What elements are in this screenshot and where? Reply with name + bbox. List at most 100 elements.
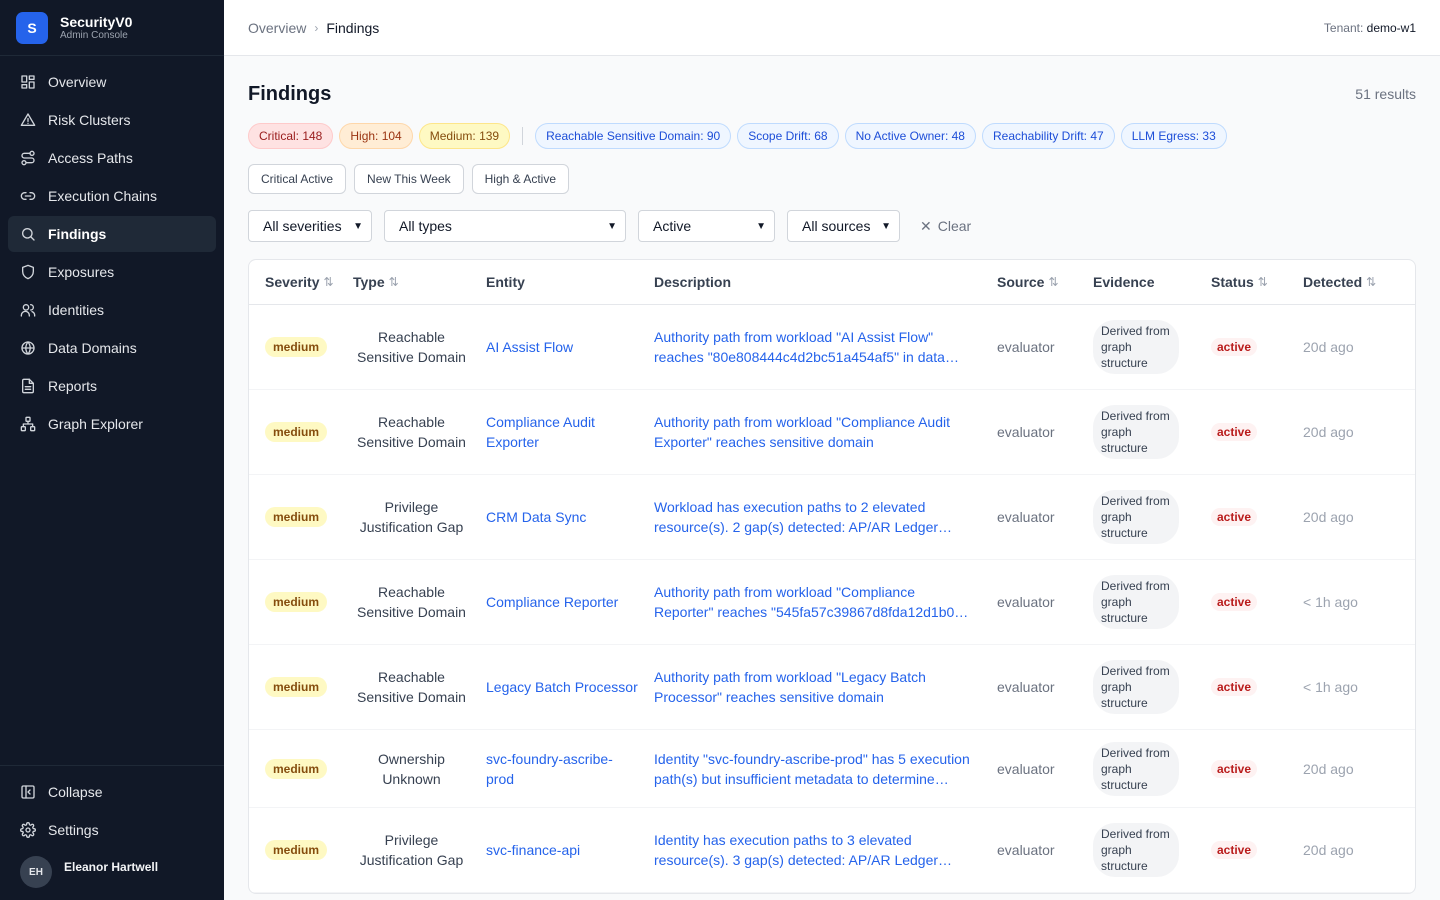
link-icon (20, 192, 36, 200)
brand[interactable]: S SecurityV0 Admin Console (0, 0, 224, 56)
preset-critical-active[interactable]: Critical Active (248, 164, 347, 194)
gear-icon (20, 822, 36, 838)
chip-medium[interactable]: Medium: 139 (418, 123, 511, 149)
col-source[interactable]: Source ⇅ (997, 274, 1093, 290)
table-row[interactable]: medium Reachable Sensitive Domain Compli… (249, 560, 1415, 645)
sort-icon[interactable]: ⇅ (1366, 275, 1376, 289)
preset-new-this-week[interactable]: New This Week (354, 164, 464, 194)
chevron-down-icon: ▼ (756, 220, 766, 232)
col-status[interactable]: Status ⇅ (1211, 274, 1303, 290)
type-select[interactable]: All types ▼ (384, 210, 626, 242)
sidebar-item-reports[interactable]: Reports (8, 368, 216, 404)
clear-filters-button[interactable]: ✕ Clear (920, 218, 971, 235)
chip-llm-egress[interactable]: LLM Egress: 33 (1120, 123, 1227, 149)
chip-reachability-drift[interactable]: Reachability Drift: 47 (981, 123, 1115, 149)
entity-link[interactable]: Legacy Batch Processor (486, 679, 638, 695)
table-row[interactable]: medium Privilege Justification Gap CRM D… (249, 475, 1415, 560)
description-link[interactable]: Authority path from workload "Compliance… (654, 582, 973, 622)
status-select[interactable]: Active ▼ (638, 210, 775, 242)
evidence-badge: Derived from graph structure (1093, 490, 1179, 544)
evidence-badge: Derived from graph structure (1093, 660, 1179, 714)
user-menu[interactable]: EH Eleanor Hartwell (8, 850, 216, 888)
entity-link[interactable]: svc-finance-api (486, 842, 580, 858)
entity-link[interactable]: svc-foundry-ascribe-prod (486, 751, 613, 787)
chip-high[interactable]: High: 104 (339, 123, 413, 149)
description-link[interactable]: Authority path from workload "Compliance… (654, 412, 973, 452)
evidence-badge: Derived from graph structure (1093, 741, 1179, 796)
col-label: Type (353, 274, 385, 290)
cell-detected: 20d ago (1303, 760, 1354, 777)
status-badge: active (1211, 338, 1258, 356)
col-severity[interactable]: Severity ⇅ (249, 274, 353, 290)
col-label: Detected (1303, 274, 1363, 290)
cell-detected: 20d ago (1303, 509, 1354, 525)
sidebar-item-overview[interactable]: Overview (8, 64, 216, 100)
cell-severity: medium (249, 840, 353, 860)
status-badge: active (1211, 593, 1258, 611)
col-type[interactable]: Type ⇅ (353, 272, 470, 292)
chip-reachable-sensitive-domain[interactable]: Reachable Sensitive Domain: 90 (535, 123, 732, 149)
sidebar-item-access-paths[interactable]: Access Paths (8, 140, 216, 176)
cell-entity: Compliance Audit Exporter (470, 412, 638, 452)
table-row[interactable]: medium Reachable Sensitive Domain AI Ass… (249, 305, 1415, 390)
chip-scope-drift[interactable]: Scope Drift: 68 (737, 123, 839, 149)
tenant-label: Tenant: (1323, 20, 1364, 35)
settings-button[interactable]: Settings (8, 812, 216, 848)
cell-type: Reachable Sensitive Domain (357, 669, 466, 705)
col-label: Severity (265, 274, 320, 290)
sort-icon[interactable]: ⇅ (389, 272, 399, 292)
severity-select[interactable]: All severities ▼ (248, 210, 372, 242)
top-header: Overview › Findings Tenant: demo-w1 (224, 0, 1440, 56)
sort-icon[interactable]: ⇅ (1258, 275, 1268, 289)
chevron-right-icon: › (314, 20, 319, 35)
users-icon (20, 304, 36, 317)
breadcrumb-overview[interactable]: Overview (248, 20, 306, 36)
sidebar-item-exposures[interactable]: Exposures (8, 254, 216, 290)
entity-link[interactable]: Compliance Audit Exporter (486, 414, 595, 450)
source-select-value: All sources (802, 218, 871, 234)
sidebar-item-data-domains[interactable]: Data Domains (8, 330, 216, 366)
sidebar-item-execution-chains[interactable]: Execution Chains (8, 178, 216, 214)
description-link[interactable]: Identity "svc-foundry-ascribe-prod" has … (654, 749, 973, 789)
type-select-value: All types (399, 218, 452, 234)
description-link[interactable]: Authority path from workload "Legacy Bat… (654, 667, 973, 707)
sidebar-item-label: Risk Clusters (48, 112, 131, 128)
sidebar-item-risk-clusters[interactable]: Risk Clusters (8, 102, 216, 138)
description-link[interactable]: Workload has execution paths to 2 elevat… (654, 497, 973, 537)
sidebar-item-graph-explorer[interactable]: Graph Explorer (8, 406, 216, 442)
results-count: 51 results (1355, 86, 1416, 102)
cell-status: active (1211, 759, 1303, 778)
collapse-button[interactable]: Collapse (8, 774, 216, 810)
cell-description: Authority path from workload "AI Assist … (638, 327, 997, 367)
entity-link[interactable]: Compliance Reporter (486, 594, 618, 610)
sidebar-item-findings[interactable]: Findings (8, 216, 216, 252)
chip-critical[interactable]: Critical: 148 (248, 123, 334, 149)
evidence-badge: Derived from graph structure (1093, 823, 1179, 877)
sort-icon[interactable]: ⇅ (1048, 275, 1058, 289)
tenant-value: demo-w1 (1366, 20, 1416, 35)
source-select[interactable]: All sources ▼ (787, 210, 900, 242)
description-link[interactable]: Identity has execution paths to 3 elevat… (654, 830, 973, 870)
chip-no-active-owner[interactable]: No Active Owner: 48 (844, 123, 976, 149)
cell-detected: < 1h ago (1303, 594, 1358, 610)
cell-entity: svc-finance-api (470, 840, 638, 860)
filter-bar: All severities ▼ All types ▼ Active ▼ Al… (248, 210, 1416, 242)
cell-source: evaluator (997, 594, 1055, 610)
cell-status: active (1211, 423, 1303, 441)
table-row[interactable]: medium Reachable Sensitive Domain Legacy… (249, 645, 1415, 730)
evidence-badge: Derived from graph structure (1093, 320, 1179, 374)
description-link[interactable]: Authority path from workload "AI Assist … (654, 327, 973, 367)
cell-detected: 20d ago (1303, 339, 1354, 355)
sort-icon[interactable]: ⇅ (323, 275, 333, 289)
preset-high-active[interactable]: High & Active (471, 164, 569, 194)
entity-link[interactable]: CRM Data Sync (486, 509, 586, 525)
sidebar-item-identities[interactable]: Identities (8, 292, 216, 328)
entity-link[interactable]: AI Assist Flow (486, 339, 573, 355)
sidebar: S SecurityV0 Admin Console Overview Risk… (0, 0, 224, 900)
col-detected[interactable]: Detected ⇅ (1303, 274, 1413, 290)
sidebar-collapse-icon (21, 785, 35, 799)
evidence-badge: Derived from graph structure (1093, 575, 1179, 629)
table-row[interactable]: medium Ownership Unknown svc-foundry-asc… (249, 730, 1415, 808)
table-row[interactable]: medium Reachable Sensitive Domain Compli… (249, 390, 1415, 475)
table-row[interactable]: medium Privilege Justification Gap svc-f… (249, 808, 1415, 893)
